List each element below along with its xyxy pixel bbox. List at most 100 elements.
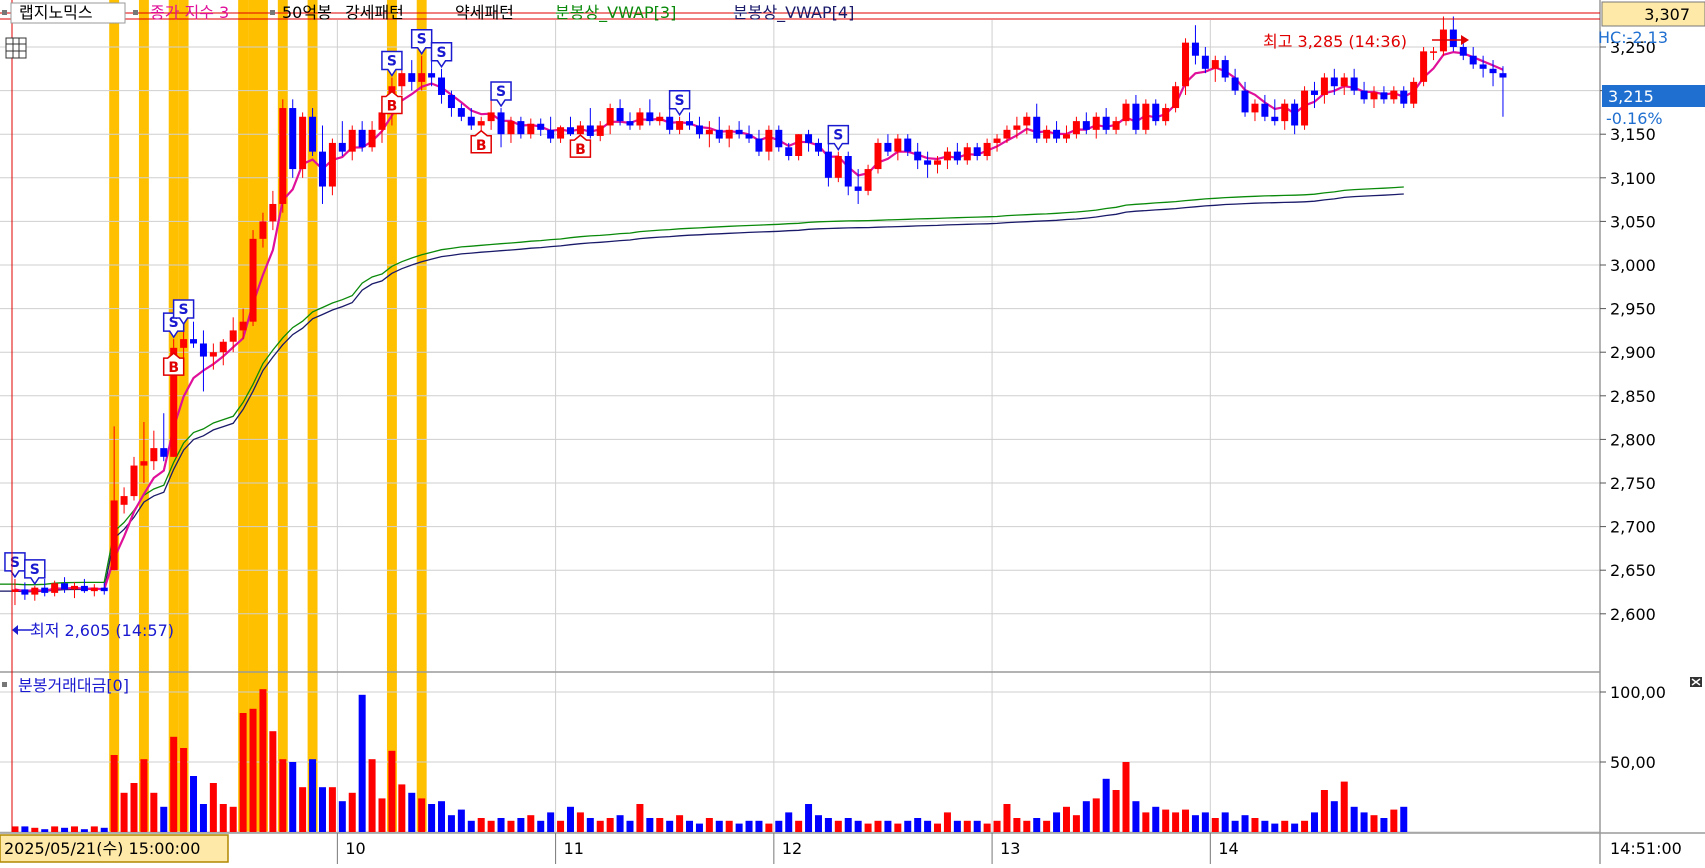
volume-bar xyxy=(130,783,138,832)
volume-bar xyxy=(1201,812,1209,832)
volume-bar xyxy=(1003,804,1011,832)
volume-legend-label: 분봉거래대금[0] xyxy=(18,676,129,695)
candle-body xyxy=(1479,64,1487,69)
volume-bar xyxy=(209,783,217,832)
price-tick-label: 3,050 xyxy=(1610,212,1656,231)
candle-body xyxy=(1459,47,1467,56)
candle-body xyxy=(1340,77,1348,87)
candle-body xyxy=(547,129,555,139)
volume-bar xyxy=(1132,801,1140,832)
volume-bar xyxy=(1112,790,1120,832)
legend-item-ma[interactable]: 종가 지수 3 xyxy=(150,3,229,22)
volume-bar xyxy=(1191,815,1199,832)
candle-body xyxy=(894,138,902,152)
volume-bar xyxy=(497,818,505,832)
legend-item-vwap4[interactable]: 분봉상_VWAP[4] xyxy=(733,3,854,23)
candle-body xyxy=(805,134,813,143)
signal-label: B xyxy=(476,138,487,154)
volume-bar xyxy=(219,804,227,832)
candle-body xyxy=(1122,103,1130,122)
candle-body xyxy=(1320,77,1328,95)
candle-body xyxy=(1370,92,1378,100)
volume-bar xyxy=(616,815,624,832)
candle-body xyxy=(457,108,465,117)
candle-body xyxy=(1420,51,1428,82)
highlight-band xyxy=(248,0,258,832)
candle-body xyxy=(269,203,277,222)
candle-body xyxy=(70,585,78,590)
legend-item-vwap3[interactable]: 분봉상_VWAP[3] xyxy=(555,3,676,23)
candle-body xyxy=(21,589,29,595)
candle-body xyxy=(983,142,991,156)
table-icon[interactable] xyxy=(5,37,27,59)
legend-square-icon xyxy=(133,10,138,15)
volume-bar xyxy=(1310,812,1318,832)
signal-label: S xyxy=(496,84,506,100)
candle-body xyxy=(259,221,267,239)
candle-body xyxy=(190,339,198,344)
candle-body xyxy=(497,112,505,135)
volume-bar xyxy=(1330,801,1338,832)
legend-item-bear-pattern[interactable]: 약세패턴 xyxy=(455,3,514,22)
volume-bar xyxy=(1182,809,1190,832)
time-start-label: 2025/05/21(수) 15:00:00 xyxy=(4,839,200,858)
candle-body xyxy=(130,465,138,497)
volume-bar xyxy=(686,820,694,832)
volume-bar xyxy=(566,806,574,832)
price-tick-label: 2,800 xyxy=(1610,430,1656,449)
volume-bar xyxy=(31,827,39,832)
volume-bar xyxy=(120,792,128,832)
candle-body xyxy=(576,125,584,135)
candle-body xyxy=(527,123,535,135)
current-price-label: 3,215 xyxy=(1608,87,1654,106)
candle-body xyxy=(844,156,852,187)
volume-bar xyxy=(80,829,88,832)
candle-body xyxy=(199,343,207,357)
candle-body xyxy=(110,500,118,571)
legend-item-bull-pattern[interactable]: 강세패턴 xyxy=(345,3,404,22)
volume-bar xyxy=(914,818,922,832)
time-tick-label: 14 xyxy=(1218,839,1238,858)
candle-body xyxy=(1499,73,1507,78)
candle-body xyxy=(1310,90,1318,95)
time-tick-label: 11 xyxy=(564,839,584,858)
candle-body xyxy=(358,129,366,148)
volume-bar xyxy=(705,818,713,832)
volume-bar xyxy=(576,812,584,832)
candle-body xyxy=(606,108,614,126)
candle-body xyxy=(219,341,227,353)
candle-body xyxy=(1152,103,1160,122)
volume-bar xyxy=(755,820,763,832)
volume-bar xyxy=(924,820,932,832)
volume-bar xyxy=(170,736,178,832)
candle-body xyxy=(934,160,942,165)
volume-bar xyxy=(626,820,634,832)
volume-bar xyxy=(676,815,684,832)
volume-bar xyxy=(418,798,426,832)
candle-body xyxy=(338,142,346,152)
stock-chart[interactable]: SSSBSSBSSBSBSS 3,2503,2003,1503,1003,050… xyxy=(0,0,1705,864)
candle-body xyxy=(1430,51,1438,53)
volume-bar xyxy=(378,798,386,832)
candle-body xyxy=(755,138,763,152)
legend-item-symbol[interactable]: 랩지노믹스 xyxy=(19,3,93,22)
signal-label: S xyxy=(387,54,397,70)
candle-body xyxy=(1182,42,1190,87)
candle-body xyxy=(279,108,287,204)
volume-bar xyxy=(1261,820,1269,832)
volume-bar xyxy=(874,820,882,832)
candle-body xyxy=(1489,68,1497,74)
candle-body xyxy=(914,151,922,161)
chart-canvas[interactable]: SSSBSSBSSBSBSS 3,2503,2003,1503,1003,050… xyxy=(0,0,1705,864)
legend-item-5bn-candle[interactable]: 50억봉 xyxy=(282,3,332,22)
volume-bar xyxy=(1082,801,1090,832)
signal-label: B xyxy=(168,360,179,376)
candle-body xyxy=(1231,77,1239,91)
candle-body xyxy=(150,448,158,462)
volume-bar xyxy=(1301,820,1309,832)
volume-bar xyxy=(41,829,49,832)
candle-body xyxy=(884,142,892,152)
candle-body xyxy=(418,73,426,82)
candle-body xyxy=(1013,125,1021,130)
candle-body xyxy=(477,121,485,126)
